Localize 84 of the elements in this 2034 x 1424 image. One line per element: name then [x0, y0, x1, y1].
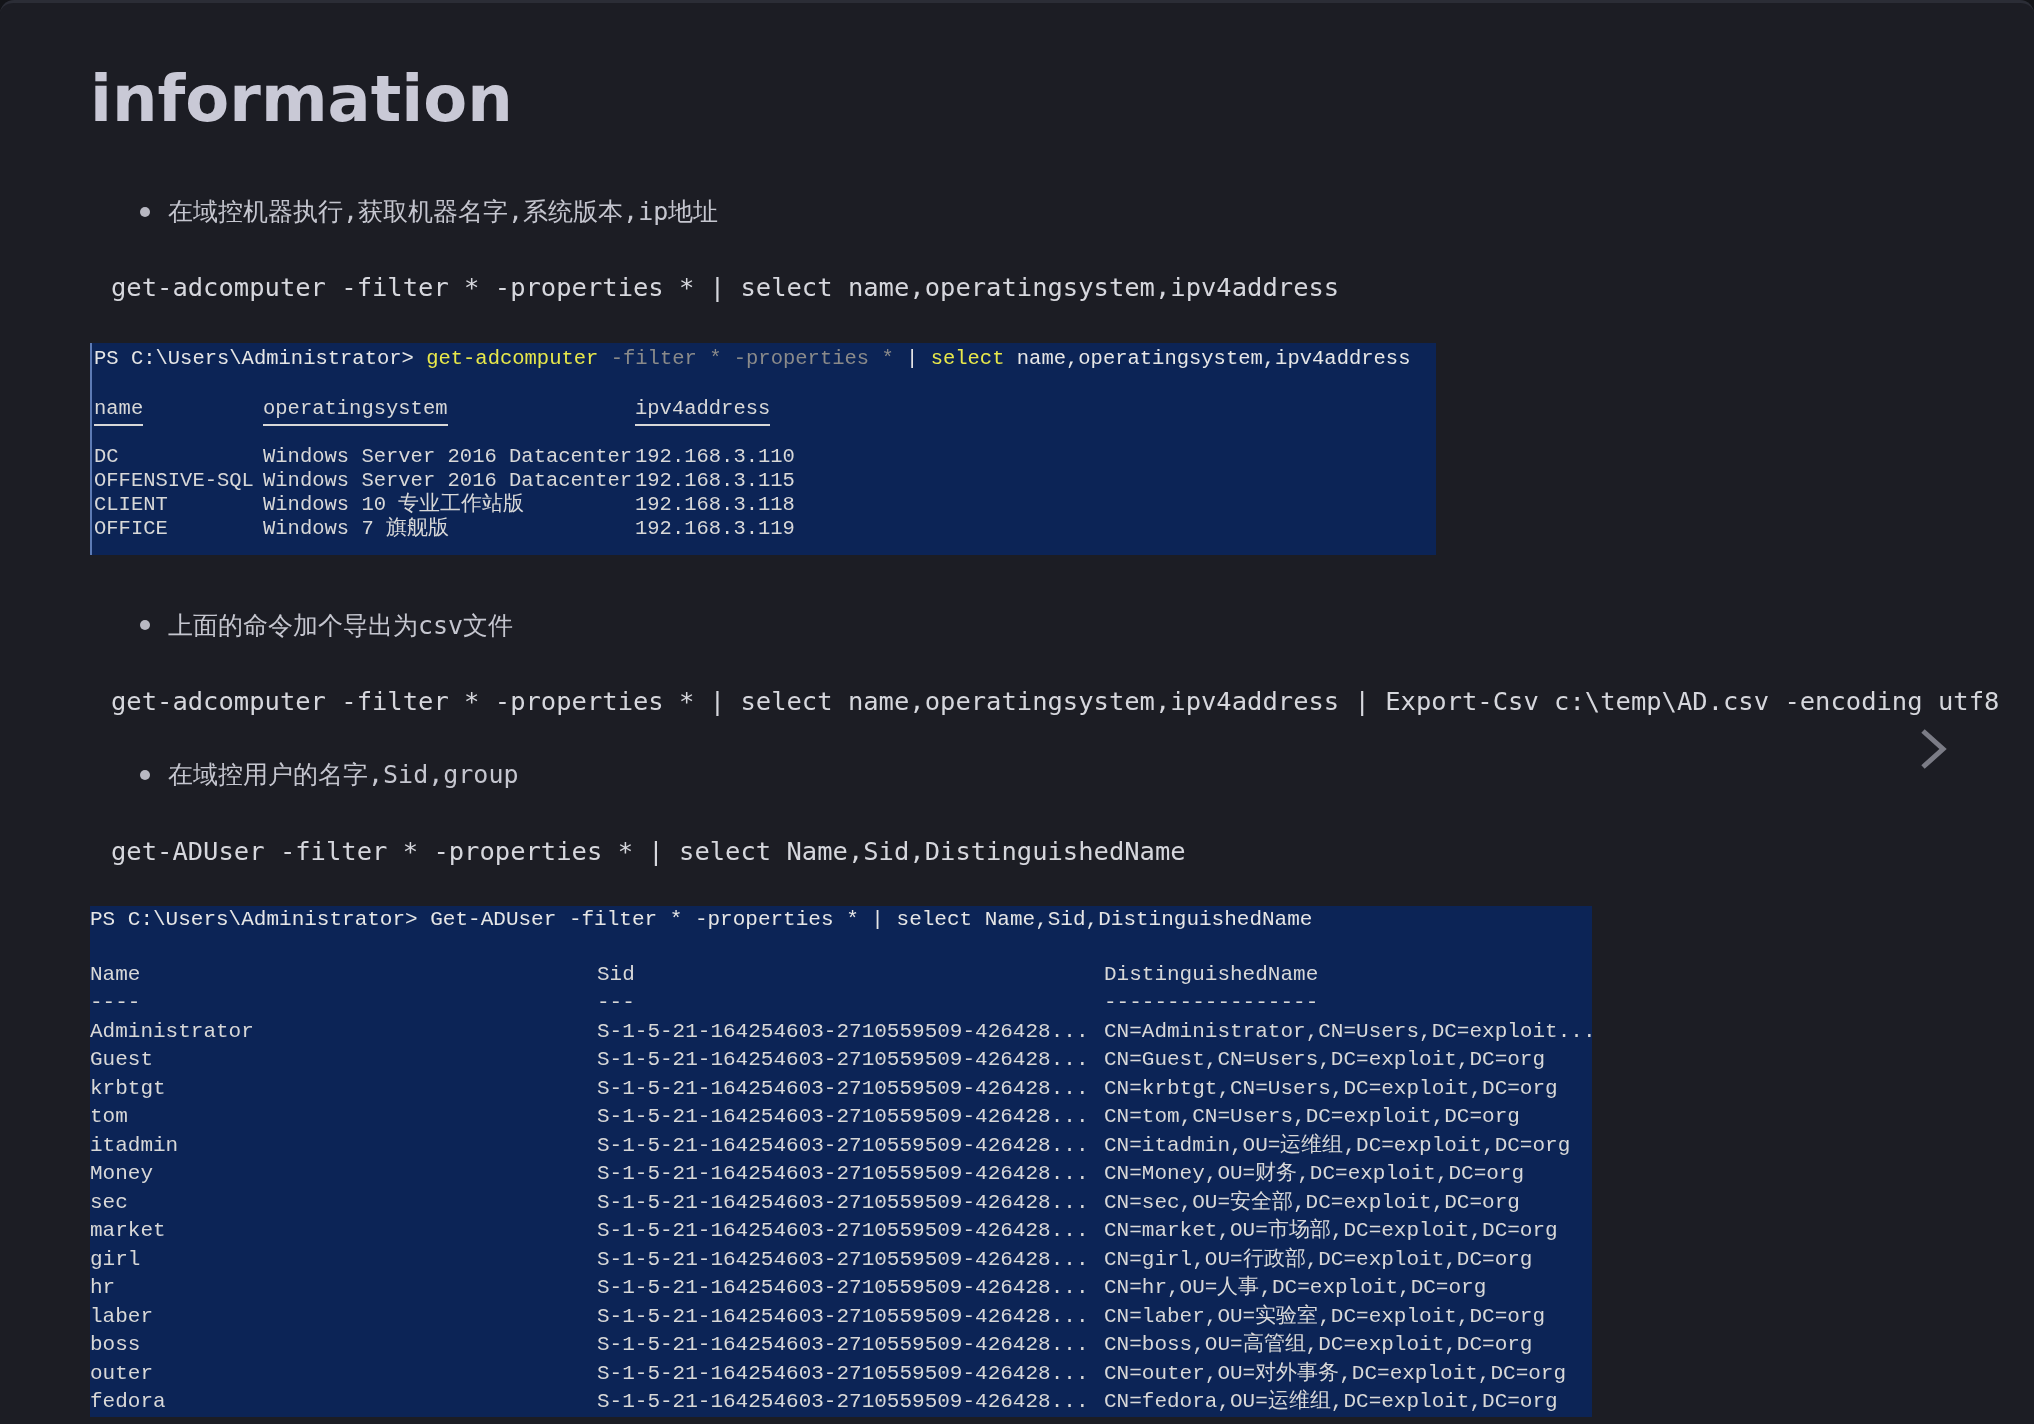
table-cell: CN=market,OU=市场部,DC=exploit,DC=org	[1104, 1219, 1558, 1243]
column-header: Name	[90, 962, 141, 986]
table-cell: hr	[90, 1276, 116, 1300]
command-token: Get-ADUser -filter * -properties * | select Name,Sid,DistinguishedName	[430, 908, 1313, 932]
table-cell: Money	[90, 1162, 153, 1186]
table-cell: S-1-5-21-164254603-2710559509-426428...	[597, 1190, 1089, 1214]
table-cell: sec	[90, 1190, 128, 1214]
table-cell: S-1-5-21-164254603-2710559509-426428...	[597, 1048, 1089, 1072]
command-token: name,operatingsystem,ipv4address	[1016, 346, 1411, 370]
table-cell: S-1-5-21-164254603-2710559509-426428...	[597, 1276, 1089, 1300]
table-cell: 192.168.3.119	[635, 516, 795, 540]
column-header: Sid	[597, 962, 635, 986]
command-token: get-adcomputer	[426, 346, 599, 370]
bullet-dot	[140, 620, 150, 631]
table-cell: Windows Server 2016 Datacenter	[263, 468, 633, 492]
bullet-text: 在域控用户的名字,Sid,group	[168, 759, 519, 792]
table-cell: CN=laber,OU=实验室,DC=exploit,DC=org	[1104, 1304, 1546, 1328]
table-cell: S-1-5-21-164254603-2710559509-426428...	[597, 1076, 1089, 1100]
command-token: *	[881, 346, 894, 370]
table-cell: krbtgt	[90, 1076, 166, 1100]
header-rule: -----------------	[1104, 991, 1319, 1015]
code-line: get-adcomputer -filter * -properties * | select name,operatingsystem,ipv4address | Export-Csv c:\temp\AD.csv -encoding utf8	[111, 685, 2000, 719]
table-cell: CN=boss,OU=高管组,DC=exploit,DC=org	[1104, 1333, 1533, 1357]
table-cell: S-1-5-21-164254603-2710559509-426428...	[597, 1304, 1089, 1328]
table-cell: S-1-5-21-164254603-2710559509-426428...	[597, 1361, 1089, 1385]
table-cell: CN=Administrator,CN=Users,DC=exploit...	[1104, 1019, 1596, 1043]
table-cell: market	[90, 1219, 166, 1243]
prompt-text: PS C:\Users\Administrator>	[90, 908, 419, 932]
table-cell: laber	[90, 1304, 153, 1328]
table-cell: CN=Money,OU=财务,DC=exploit,DC=org	[1104, 1162, 1525, 1186]
table-cell: OFFICE	[94, 516, 168, 540]
command-token: |	[906, 346, 919, 370]
command-token: select	[930, 346, 1005, 370]
bullet-dot	[140, 206, 150, 217]
command-token: -properties	[733, 346, 870, 370]
table-cell: CN=tom,CN=Users,DC=exploit,DC=org	[1104, 1105, 1520, 1129]
table-cell: S-1-5-21-164254603-2710559509-426428...	[597, 1162, 1089, 1186]
table-cell: OFFENSIVE-SQL	[94, 468, 254, 492]
column-header: ipv4address	[635, 396, 771, 426]
table-cell: fedora	[90, 1390, 166, 1414]
bullet-text: 上面的命令加个导出为csv文件	[168, 609, 514, 642]
table-cell: S-1-5-21-164254603-2710559509-426428...	[597, 1019, 1089, 1043]
page-heading: information	[90, 61, 514, 138]
table-cell: tom	[90, 1105, 128, 1129]
table-cell: S-1-5-21-164254603-2710559509-426428...	[597, 1390, 1089, 1414]
column-header: operatingsystem	[263, 396, 448, 426]
table-cell: CN=Guest,CN=Users,DC=exploit,DC=org	[1104, 1048, 1546, 1072]
table-cell: S-1-5-21-164254603-2710559509-426428...	[597, 1247, 1089, 1271]
table-cell: 192.168.3.118	[635, 492, 795, 516]
table-cell: S-1-5-21-164254603-2710559509-426428...	[597, 1133, 1089, 1157]
column-header: name	[94, 396, 144, 426]
table-cell: Windows 10 专业工作站版	[263, 492, 525, 516]
table-cell: CN=krbtgt,CN=Users,DC=exploit,DC=org	[1104, 1076, 1558, 1100]
header-rule: ---	[597, 991, 635, 1015]
table-cell: girl	[90, 1247, 141, 1271]
table-cell: CLIENT	[94, 492, 168, 516]
header-rule: ----	[90, 991, 141, 1015]
bullet-text: 在域控机器执行,获取机器名字,系统版本,ip地址	[168, 195, 719, 228]
table-cell: Administrator	[90, 1019, 254, 1043]
table-cell: CN=hr,OU=人事,DC=exploit,DC=org	[1104, 1276, 1487, 1300]
table-cell: CN=fedora,OU=运维组,DC=exploit,DC=org	[1104, 1390, 1558, 1414]
command-token: -filter	[610, 346, 697, 370]
table-cell: S-1-5-21-164254603-2710559509-426428...	[597, 1333, 1089, 1357]
prompt-text: PS C:\Users\Administrator>	[94, 346, 415, 370]
table-cell: 192.168.3.115	[635, 468, 795, 492]
bullet-dot	[140, 770, 150, 781]
code-line: get-adcomputer -filter * -properties * | select name,operatingsystem,ipv4address	[111, 271, 1340, 305]
table-cell: CN=itadmin,OU=运维组,DC=exploit,DC=org	[1104, 1133, 1571, 1157]
table-cell: CN=girl,OU=行政部,DC=exploit,DC=org	[1104, 1247, 1533, 1271]
table-cell: S-1-5-21-164254603-2710559509-426428...	[597, 1219, 1089, 1243]
table-cell: CN=sec,OU=安全部,DC=exploit,DC=org	[1104, 1190, 1520, 1214]
table-cell: DC	[94, 444, 119, 468]
table-cell: Windows Server 2016 Datacenter	[263, 444, 633, 468]
table-cell: itadmin	[90, 1133, 179, 1157]
table-cell: Guest	[90, 1048, 153, 1072]
column-header: DistinguishedName	[1104, 962, 1319, 986]
table-cell: CN=outer,OU=对外事务,DC=exploit,DC=org	[1104, 1361, 1567, 1385]
table-cell: outer	[90, 1361, 153, 1385]
table-cell: 192.168.3.110	[635, 444, 795, 468]
command-token: *	[709, 346, 722, 370]
table-cell: boss	[90, 1333, 141, 1357]
code-line: get-ADUser -filter * -properties * | select Name,Sid,DistinguishedName	[111, 834, 1186, 868]
table-cell: S-1-5-21-164254603-2710559509-426428...	[597, 1105, 1089, 1129]
table-cell: Windows 7 旗舰版	[263, 516, 450, 540]
